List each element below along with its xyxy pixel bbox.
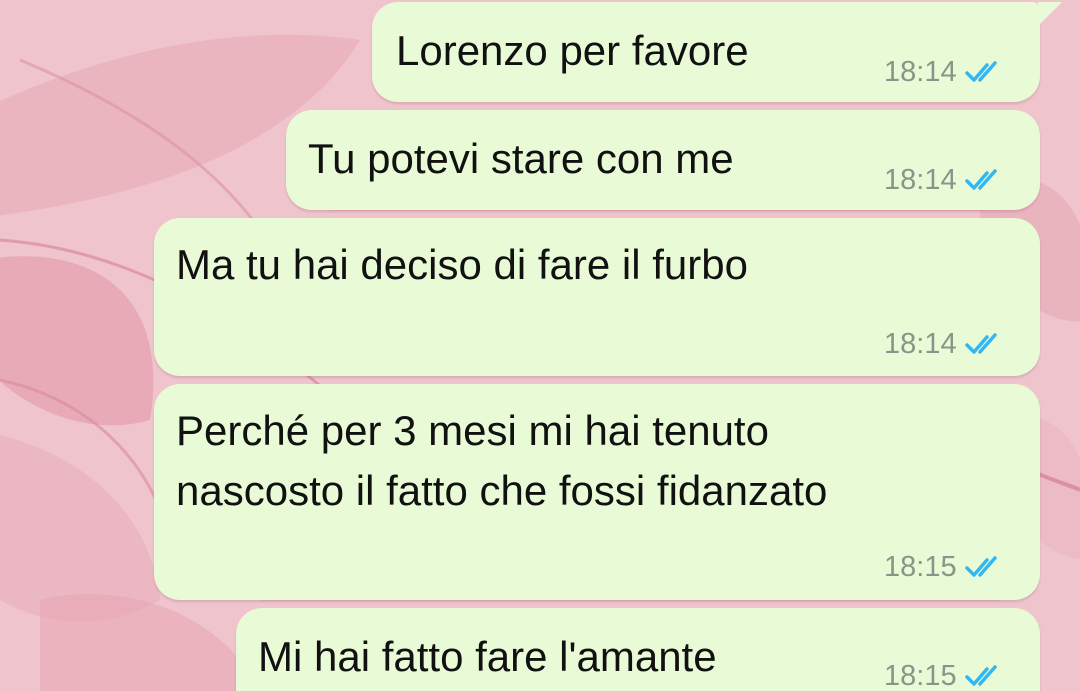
- message-text: Lorenzo per favore: [396, 27, 749, 74]
- message-timestamp: 18:14: [884, 328, 957, 360]
- message-meta: 18:15: [884, 550, 1007, 584]
- message-timestamp: 18:15: [884, 660, 957, 691]
- message-bubble[interactable]: Mi hai fatto fare l'amante 18:15: [236, 608, 1040, 691]
- double-check-icon: [964, 665, 997, 686]
- double-check-icon: [964, 333, 997, 354]
- message-timestamp: 18:14: [884, 164, 957, 196]
- double-check-icon: [964, 556, 997, 577]
- message-meta: 18:14: [884, 327, 1007, 361]
- message-text-line: Perché per 3 mesi mi hai tenuto: [176, 407, 769, 454]
- message-timestamp: 18:15: [884, 551, 957, 583]
- message-bubble[interactable]: Perché per 3 mesi mi hai tenuto nascosto…: [154, 384, 1040, 600]
- message-bubble[interactable]: Lorenzo per favore 18:14: [372, 2, 1062, 102]
- message-text: Ma tu hai deciso di fare il furbo: [176, 241, 748, 288]
- message-meta: 18:14: [884, 163, 1007, 197]
- message-meta: 18:14: [884, 55, 1007, 89]
- double-check-icon: [964, 169, 997, 190]
- message-text-line: nascosto il fatto che fossi fidanzato: [176, 467, 828, 514]
- message-timestamp: 18:14: [884, 56, 957, 88]
- bubble-tail: [1038, 2, 1062, 26]
- message-text: Tu potevi stare con me: [308, 135, 734, 182]
- message-meta: 18:15: [884, 659, 1007, 691]
- message-text: Mi hai fatto fare l'amante: [258, 633, 717, 680]
- message-bubble[interactable]: Ma tu hai deciso di fare il furbo 18:14: [154, 218, 1040, 376]
- message-bubble[interactable]: Tu potevi stare con me 18:14: [286, 110, 1040, 210]
- double-check-icon: [964, 61, 997, 82]
